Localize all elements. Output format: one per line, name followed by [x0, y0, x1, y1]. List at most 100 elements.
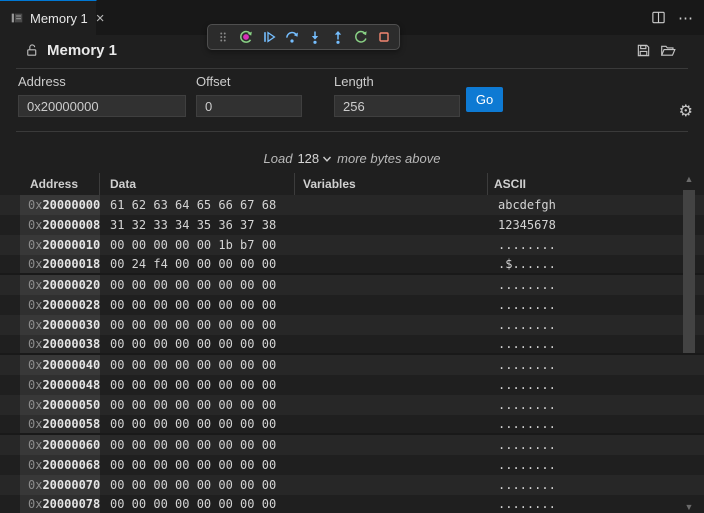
row-address: 0x20000030 [20, 315, 100, 335]
row-data[interactable]: 00 00 00 00 00 00 00 00 [100, 315, 295, 335]
memory-row: 0x2000000831 32 33 34 35 36 37 38 1234567… [0, 215, 704, 235]
row-address: 0x20000038 [20, 335, 100, 353]
scroll-down-icon[interactable]: ▼ [684, 503, 694, 511]
row-ascii[interactable]: ........ [488, 495, 660, 513]
row-ascii[interactable]: ........ [488, 435, 660, 455]
vertical-scrollbar[interactable]: ▲ ▼ [682, 173, 696, 513]
row-ascii[interactable]: abcdefgh [488, 195, 660, 215]
header-ascii[interactable]: ASCII [488, 173, 660, 195]
row-ascii[interactable]: ........ [488, 375, 660, 395]
row-data[interactable]: 31 32 33 34 35 36 37 38 [100, 215, 295, 235]
split-editor-icon[interactable] [651, 10, 666, 25]
chevron-down-icon [322, 154, 332, 164]
row-data[interactable]: 00 00 00 00 00 00 00 00 [100, 275, 295, 295]
row-ascii[interactable]: .$...... [488, 255, 660, 273]
save-icon[interactable] [636, 43, 651, 58]
row-address: 0x20000048 [20, 375, 100, 395]
length-input[interactable] [334, 95, 460, 117]
step-out-icon[interactable] [328, 27, 348, 47]
row-data[interactable]: 00 00 00 00 00 00 00 00 [100, 495, 295, 513]
scrollbar-thumb[interactable] [683, 190, 695, 353]
row-variables [295, 295, 488, 315]
row-ascii[interactable]: ........ [488, 335, 660, 353]
tab-memory-1[interactable]: Memory 1 × [0, 0, 97, 35]
memory-row: 0x2000000061 62 63 64 65 66 67 68 abcdefg… [0, 195, 704, 215]
toolbar-drag-handle-icon[interactable] [213, 27, 233, 47]
row-data[interactable]: 00 00 00 00 00 00 00 00 [100, 335, 295, 353]
row-spacer [0, 295, 20, 315]
memory-table-header: Address Data Variables ASCII [0, 173, 680, 195]
row-address: 0x20000010 [20, 235, 100, 255]
header-address[interactable]: Address [20, 173, 100, 195]
unlock-icon[interactable] [24, 43, 39, 58]
row-ascii[interactable]: ........ [488, 475, 660, 495]
load-more-control: Load128more bytes above [0, 151, 704, 166]
go-button[interactable]: Go [466, 87, 503, 112]
row-data[interactable]: 61 62 63 64 65 66 67 68 [100, 195, 295, 215]
row-address: 0x20000000 [20, 195, 100, 215]
reverse-continue-icon[interactable] [236, 27, 256, 47]
row-ascii[interactable]: ........ [488, 295, 660, 315]
row-variables [295, 495, 488, 513]
row-variables [295, 335, 488, 353]
header-variables[interactable]: Variables [295, 173, 488, 195]
scroll-up-icon[interactable]: ▲ [684, 175, 694, 183]
row-spacer [0, 275, 20, 295]
row-spacer [0, 355, 20, 375]
row-data[interactable]: 00 00 00 00 00 00 00 00 [100, 355, 295, 375]
tab-label: Memory 1 [30, 11, 88, 26]
row-data[interactable]: 00 00 00 00 00 00 00 00 [100, 395, 295, 415]
row-ascii[interactable]: ........ [488, 455, 660, 475]
row-data[interactable]: 00 00 00 00 00 1b b7 00 [100, 235, 295, 255]
row-data[interactable]: 00 00 00 00 00 00 00 00 [100, 435, 295, 455]
memory-row: 0x2000002800 00 00 00 00 00 00 00.......… [0, 295, 704, 315]
step-into-icon[interactable] [305, 27, 325, 47]
row-ascii[interactable]: ........ [488, 315, 660, 335]
more-actions-icon[interactable]: ⋯ [678, 9, 694, 27]
row-address: 0x20000008 [20, 215, 100, 235]
row-spacer [0, 195, 20, 215]
row-data[interactable]: 00 00 00 00 00 00 00 00 [100, 455, 295, 475]
open-folder-icon[interactable] [660, 43, 676, 58]
row-data[interactable]: 00 24 f4 00 00 00 00 00 [100, 255, 295, 273]
memory-row: 0x2000003000 00 00 00 00 00 00 00.......… [0, 315, 704, 335]
row-ascii[interactable]: ........ [488, 235, 660, 255]
offset-input[interactable] [196, 95, 302, 117]
memory-row: 0x2000007000 00 00 00 00 00 00 00.......… [0, 475, 704, 495]
row-data[interactable]: 00 00 00 00 00 00 00 00 [100, 475, 295, 495]
memory-row: 0x2000006800 00 00 00 00 00 00 00.......… [0, 455, 704, 475]
row-ascii[interactable]: ........ [488, 415, 660, 433]
row-spacer [0, 235, 20, 255]
header-data[interactable]: Data [100, 173, 295, 195]
load-count-select[interactable]: 128 [297, 151, 332, 166]
divider [16, 131, 688, 132]
row-data[interactable]: 00 00 00 00 00 00 00 00 [100, 415, 295, 433]
debug-toolbar [207, 24, 400, 50]
restart-icon[interactable] [351, 27, 371, 47]
row-ascii[interactable]: ........ [488, 275, 660, 295]
divider [16, 68, 688, 69]
row-variables [295, 215, 488, 235]
row-variables [295, 315, 488, 335]
row-ascii[interactable]: 12345678 [488, 215, 660, 235]
row-address: 0x20000050 [20, 395, 100, 415]
row-data[interactable]: 00 00 00 00 00 00 00 00 [100, 295, 295, 315]
row-spacer [0, 475, 20, 495]
row-address: 0x20000068 [20, 455, 100, 475]
length-field-group: Length [334, 74, 460, 117]
row-ascii[interactable]: ........ [488, 395, 660, 415]
row-data[interactable]: 00 00 00 00 00 00 00 00 [100, 375, 295, 395]
memory-row: 0x2000006000 00 00 00 00 00 00 00.......… [0, 435, 704, 455]
settings-gear-icon[interactable]: ⚙ [679, 103, 693, 119]
tab-close-icon[interactable]: × [96, 11, 105, 26]
stop-icon[interactable] [374, 27, 394, 47]
step-over-icon[interactable] [282, 27, 302, 47]
row-address: 0x20000018 [20, 255, 100, 273]
row-variables [295, 395, 488, 415]
address-field-group: Address [18, 74, 186, 117]
row-address: 0x20000040 [20, 355, 100, 375]
memory-row: 0x2000002000 00 00 00 00 00 00 00.......… [0, 275, 704, 295]
address-input[interactable] [18, 95, 186, 117]
row-ascii[interactable]: ........ [488, 355, 660, 375]
continue-icon[interactable] [259, 27, 279, 47]
